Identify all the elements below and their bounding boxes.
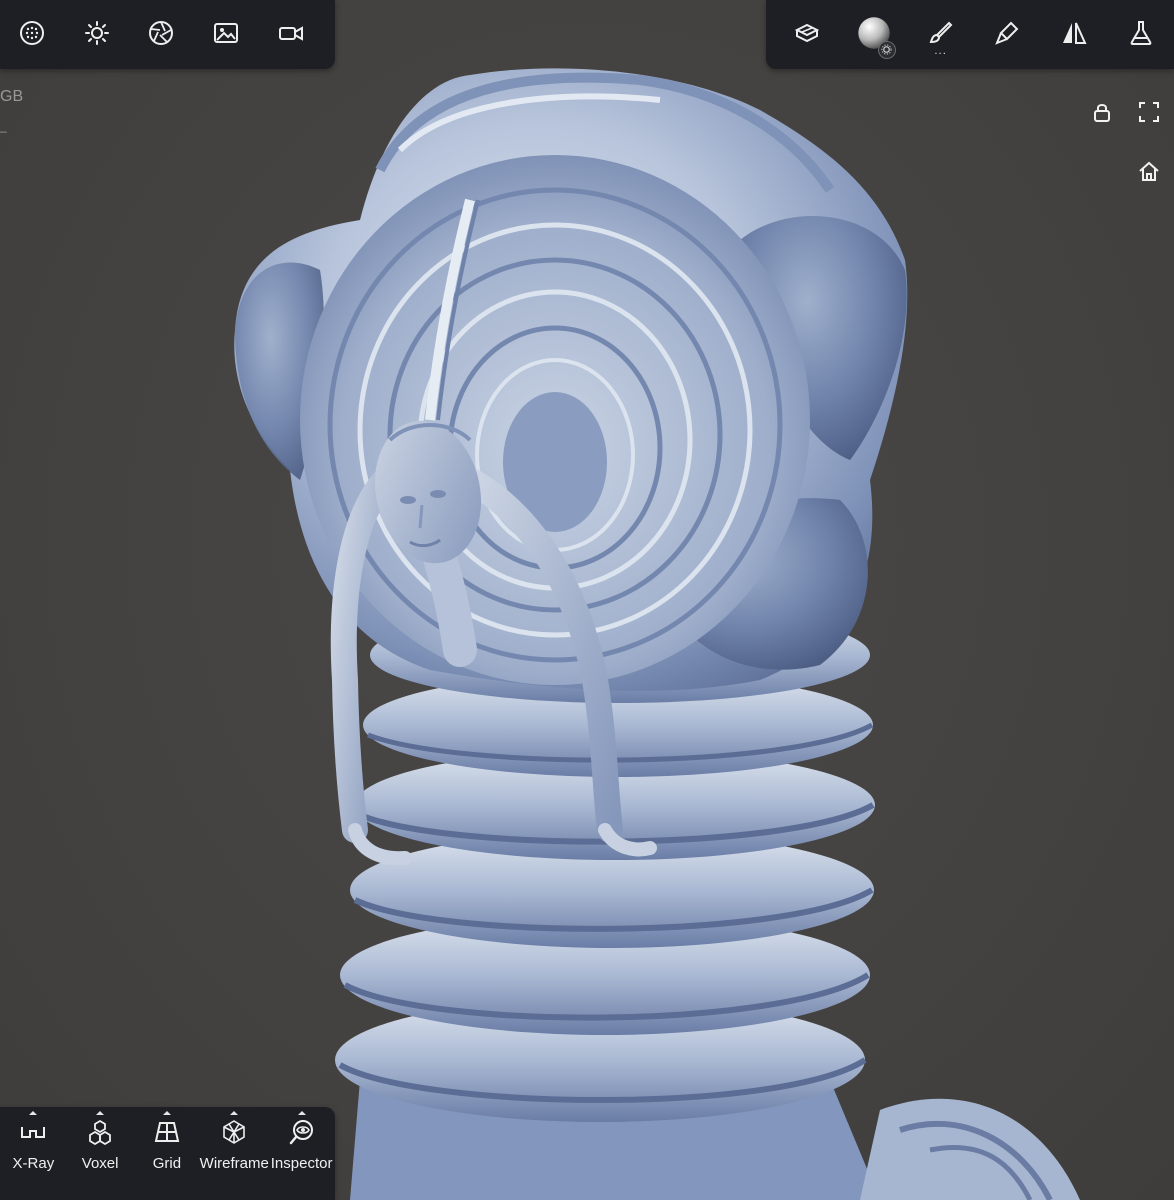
coiled-body bbox=[335, 607, 1080, 1200]
camera-aperture-icon bbox=[148, 20, 174, 50]
voxel-cubes-icon bbox=[87, 1119, 113, 1149]
home-icon bbox=[1138, 160, 1160, 186]
top-left-toolbar bbox=[0, 0, 335, 69]
inspector-eye-icon bbox=[289, 1119, 315, 1149]
scene-button[interactable] bbox=[781, 9, 833, 61]
symmetry-button[interactable] bbox=[1048, 9, 1100, 61]
grid-button[interactable]: Grid bbox=[134, 1111, 201, 1172]
3d-viewport[interactable] bbox=[0, 0, 1174, 1200]
xray-glasses-icon bbox=[20, 1119, 46, 1149]
wireframe-button[interactable]: Wireframe bbox=[199, 1111, 269, 1172]
grid-plane-icon bbox=[154, 1119, 180, 1149]
fullscreen-button[interactable] bbox=[1133, 98, 1165, 130]
grid-label: Grid bbox=[152, 1155, 182, 1172]
sculpt-model[interactable] bbox=[0, 0, 1174, 1200]
material-button[interactable] bbox=[848, 9, 900, 61]
wireframe-icon bbox=[221, 1119, 247, 1149]
gear-icon bbox=[877, 40, 896, 59]
light-icon bbox=[84, 20, 110, 50]
inspector-label: Inspector bbox=[270, 1155, 333, 1172]
brush-button[interactable]: ... bbox=[915, 9, 967, 61]
lock-camera-button[interactable] bbox=[1086, 98, 1118, 130]
symmetry-icon bbox=[1061, 20, 1087, 50]
xray-button[interactable]: X-Ray bbox=[0, 1111, 67, 1172]
lighting-button[interactable] bbox=[71, 9, 123, 61]
bottom-toolbar: X-Ray Voxel Grid Wireframe Inspector bbox=[0, 1107, 335, 1200]
inspector-button[interactable]: Inspector bbox=[268, 1111, 335, 1172]
background-button[interactable] bbox=[200, 9, 252, 61]
info-label: GB bbox=[0, 88, 24, 105]
paint-button[interactable] bbox=[981, 9, 1033, 61]
home-view-button[interactable] bbox=[1133, 157, 1165, 189]
caret-up-icon bbox=[230, 1111, 239, 1115]
paint-tool-icon bbox=[994, 20, 1020, 50]
info-sub: – bbox=[0, 124, 7, 138]
voxel-button[interactable]: Voxel bbox=[67, 1111, 134, 1172]
caret-up-icon bbox=[162, 1111, 171, 1115]
top-right-toolbar: ... bbox=[766, 0, 1174, 69]
matcap-button[interactable] bbox=[6, 9, 58, 61]
caret-up-icon bbox=[96, 1111, 105, 1115]
caret-up-icon bbox=[297, 1111, 306, 1115]
more-indicator: ... bbox=[934, 45, 947, 57]
voxel-label: Voxel bbox=[81, 1155, 119, 1172]
lock-icon bbox=[1091, 101, 1113, 127]
background-image-icon bbox=[213, 20, 239, 50]
flask-icon bbox=[1128, 20, 1154, 50]
camera-settings-button[interactable] bbox=[135, 9, 187, 61]
record-button[interactable] bbox=[265, 9, 317, 61]
matcap-sphere-icon bbox=[19, 20, 45, 50]
fullscreen-icon bbox=[1138, 101, 1160, 127]
caret-up-icon bbox=[29, 1111, 38, 1115]
xray-label: X-Ray bbox=[12, 1155, 55, 1172]
lab-button[interactable] bbox=[1115, 9, 1167, 61]
scene-layers-icon bbox=[794, 20, 820, 50]
wireframe-label: Wireframe bbox=[199, 1155, 269, 1172]
video-camera-icon bbox=[278, 20, 304, 50]
